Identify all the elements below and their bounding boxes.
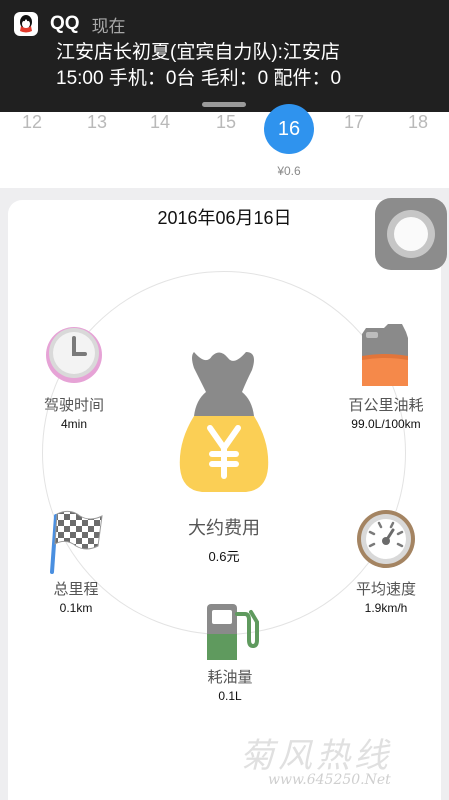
notification-line-2: 15:00 手机：0台 毛利：0 配件：0 (56, 68, 342, 89)
estimated-cost-value: 0.6元 (208, 549, 240, 564)
notification-time: 现在 (91, 16, 126, 36)
assistive-touch-ring (387, 210, 435, 258)
watermark-logo-text: 菊风热线 (240, 736, 392, 776)
fuel-pump-icon (207, 604, 259, 660)
driving-time-stat: 驾驶时间 4min (24, 324, 124, 431)
notification-message: 江安店长初夏(宜宾自力队):江安店 15:00 手机：0台 毛利：0 配件：0 (14, 40, 435, 92)
total-distance-stat: 总里程 0.1km (26, 508, 126, 615)
fuel-used-value: 0.1L (218, 689, 242, 703)
date-item[interactable]: 18 (398, 112, 438, 133)
estimated-cost-label: 大约费用 (188, 518, 260, 538)
qq-app-icon (14, 12, 38, 36)
total-distance-label: 总里程 (53, 581, 99, 598)
clock-icon (46, 327, 102, 383)
money-bag-icon (179, 352, 269, 492)
date-item[interactable]: 13 (77, 112, 117, 133)
selected-date-cost: ¥0.6 (277, 164, 301, 178)
average-speed-value: 1.9km/h (364, 601, 408, 615)
fuel-used-stat: 耗油量 0.1L (180, 600, 280, 703)
assistive-touch-button[interactable] (375, 198, 447, 270)
estimated-cost-stat: 大约费用 0.6元 (164, 346, 284, 565)
fuel-can-icon (362, 324, 408, 386)
notification-line-1: 江安店长初夏(宜宾自力队):江安店 (56, 42, 340, 63)
date-item[interactable]: 14 (140, 112, 180, 133)
watermark-url: www.645250.Net (268, 772, 391, 788)
speedometer-icon (357, 510, 415, 568)
average-speed-stat: 平均速度 1.9km/h (336, 508, 436, 615)
assistive-touch-dot (394, 217, 428, 251)
total-distance-value: 0.1km (59, 601, 93, 615)
fuel-used-label: 耗油量 (207, 669, 253, 686)
notification-app-name: QQ (50, 13, 80, 34)
date-item[interactable]: 17 (334, 112, 374, 133)
fuel-consumption-value: 99.0L/100km (351, 417, 421, 431)
date-strip[interactable]: 12 13 14 15 17 18 ¥0.6 (0, 112, 449, 188)
fuel-consumption-label: 百公里油耗 (348, 397, 424, 414)
notification-header: QQ 现在 (14, 10, 435, 38)
fuel-consumption-stat: 百公里油耗 99.0L/100km (326, 322, 446, 431)
site-watermark: 菊风热线 www.645250.Net (240, 728, 449, 794)
checkered-flag-icon (50, 510, 103, 574)
notification-grabber-handle[interactable] (202, 102, 246, 107)
average-speed-label: 平均速度 (355, 581, 416, 598)
date-item[interactable]: 12 (12, 112, 52, 133)
driving-time-value: 4min (60, 417, 87, 431)
notification-banner[interactable]: QQ 现在 江安店长初夏(宜宾自力队):江安店 15:00 手机：0台 毛利：0… (0, 0, 449, 112)
date-item[interactable]: 15 (206, 112, 246, 133)
date-item-selected[interactable]: 16 (264, 104, 314, 154)
driving-time-label: 驾驶时间 (43, 397, 104, 414)
